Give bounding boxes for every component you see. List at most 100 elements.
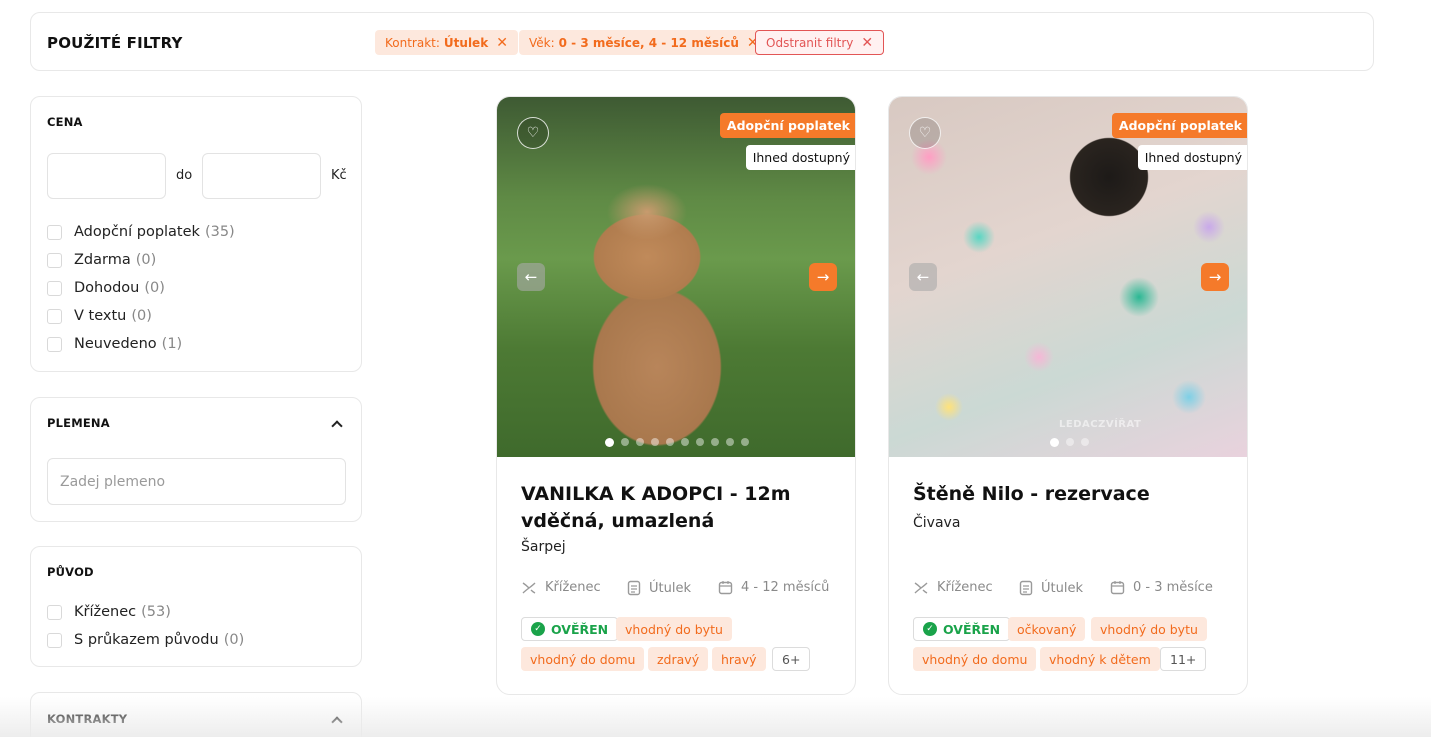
meta-age-text: 0 - 3 měsíce <box>1133 580 1213 595</box>
price-option-negotiable[interactable]: Dohodou (0) <box>47 280 165 296</box>
meta-origin: Kříženec <box>521 580 601 595</box>
clear-filters-button[interactable]: Odstranit filtry ✕ <box>755 30 885 55</box>
carousel-dot[interactable] <box>651 438 659 446</box>
meta-age: 0 - 3 měsíce <box>1110 580 1213 595</box>
tag: vhodný do domu <box>521 647 645 671</box>
listing-title[interactable]: VANILKA K ADOPCI - 12m vděčná, umazlená <box>521 481 836 535</box>
carousel-dot[interactable] <box>621 438 629 446</box>
carousel-dot[interactable] <box>1080 438 1089 446</box>
origin-panel-title: PŮVOD <box>47 565 94 579</box>
breed-search-input[interactable] <box>47 458 346 505</box>
arrow-right-icon[interactable]: → <box>809 263 837 291</box>
page: POUŽITÉ FILTRY Kontrakt: Útulek ✕ Věk: 0… <box>0 0 1431 737</box>
carousel-dot[interactable] <box>636 438 644 446</box>
price-option-free[interactable]: Zdarma (0) <box>47 252 156 268</box>
carousel-dot[interactable] <box>741 438 749 446</box>
carousel-dot[interactable] <box>681 438 689 446</box>
option-label: Kříženec <box>74 604 137 620</box>
price-filter-panel: CENA do Kč Adopční poplatek (35) Zdarma … <box>30 96 362 372</box>
carousel-dot[interactable] <box>1065 438 1074 446</box>
listing-breed: Šarpej <box>521 539 566 555</box>
origin-filter-panel: PŮVOD Kříženec (53) S průkazem původu (0… <box>30 546 362 667</box>
checkbox[interactable] <box>47 336 62 352</box>
price-from-input[interactable] <box>47 153 166 199</box>
listing-card[interactable]: ♡ Adopční poplatek Ihned dostupný ← → VA… <box>496 96 856 695</box>
option-label: Neuvedeno <box>74 336 157 352</box>
contracts-panel-title: KONTRAKTY <box>47 712 128 726</box>
filter-chip-label: Kontrakt: <box>385 35 440 50</box>
price-separator: do <box>176 168 193 183</box>
carousel-dot[interactable] <box>711 438 719 446</box>
calendar-icon <box>718 581 733 595</box>
close-icon: ✕ <box>861 34 874 51</box>
listing-title[interactable]: Štěně Nilo - rezervace <box>913 481 1228 508</box>
tag: hravý <box>712 647 766 671</box>
option-label: S průkazem původu <box>74 632 219 648</box>
heart-icon[interactable]: ♡ <box>909 117 941 149</box>
option-count: (0) <box>131 308 152 324</box>
check-circle-icon: ✓ <box>531 622 545 636</box>
heart-icon[interactable]: ♡ <box>517 117 549 149</box>
listing-photo[interactable]: ♡ Adopční poplatek Ihned dostupný ← → LE… <box>889 97 1247 457</box>
meta-age-text: 4 - 12 měsíců <box>741 580 830 595</box>
arrow-left-icon[interactable]: ← <box>517 263 545 291</box>
option-label: V textu <box>74 308 127 324</box>
dna-icon <box>522 581 536 594</box>
tag: vhodný do domu <box>913 647 1037 671</box>
filter-chip-age[interactable]: Věk: 0 - 3 měsíce, 4 - 12 měsíců ✕ <box>519 30 769 55</box>
contracts-filter-panel: KONTRAKTY <box>30 692 362 737</box>
availability-badge: Ihned dostupný <box>745 145 855 170</box>
clear-filters-label: Odstranit filtry <box>766 35 854 50</box>
price-option-unspecified[interactable]: Neuvedeno (1) <box>47 336 182 352</box>
checkbox[interactable] <box>47 252 62 268</box>
calendar-icon <box>1110 581 1125 595</box>
filter-chip-contract[interactable]: Kontrakt: Útulek ✕ <box>375 30 518 55</box>
arrow-left-icon[interactable]: ← <box>909 263 937 291</box>
meta-age: 4 - 12 měsíců <box>718 580 829 595</box>
chevron-up-icon[interactable] <box>331 420 343 432</box>
verified-text: OVĚŘEN <box>551 621 609 637</box>
option-label: Adopční poplatek <box>74 224 200 240</box>
option-count: (53) <box>141 604 171 620</box>
checkbox[interactable] <box>47 308 62 324</box>
filter-chip-value: Útulek <box>443 35 489 50</box>
carousel-dots <box>889 438 1247 447</box>
carousel-dot[interactable] <box>1049 438 1059 447</box>
price-to-input[interactable] <box>202 153 321 199</box>
verified-badge: ✓ OVĚŘEN <box>521 617 619 641</box>
option-label: Dohodou <box>74 280 140 296</box>
listing-card[interactable]: ♡ Adopční poplatek Ihned dostupný ← → LE… <box>888 96 1248 695</box>
checkbox[interactable] <box>47 604 62 620</box>
availability-badge: Ihned dostupný <box>1137 145 1247 170</box>
option-count: (0) <box>144 280 165 296</box>
arrow-right-icon[interactable]: → <box>1201 263 1229 291</box>
option-count: (0) <box>135 252 157 268</box>
carousel-dot[interactable] <box>696 438 704 446</box>
more-tags-badge[interactable]: 11+ <box>1160 647 1207 671</box>
checkbox[interactable] <box>47 280 62 296</box>
chevron-up-icon[interactable] <box>331 716 343 728</box>
carousel-dot[interactable] <box>726 438 734 446</box>
meta-contract-text: Útulek <box>649 580 691 596</box>
option-count: (1) <box>161 336 183 352</box>
more-tags-badge[interactable]: 6+ <box>772 647 811 671</box>
checkbox[interactable] <box>47 224 62 240</box>
adoption-fee-badge: Adopční poplatek <box>1111 113 1247 138</box>
check-circle-icon: ✓ <box>923 622 937 636</box>
meta-contract: Útulek <box>627 580 691 596</box>
price-panel-title: CENA <box>47 115 83 129</box>
tag: vhodný do bytu <box>1091 617 1207 641</box>
listing-photo[interactable]: ♡ Adopční poplatek Ihned dostupný ← → <box>497 97 855 457</box>
meta-origin-text: Kříženec <box>937 580 993 595</box>
option-count: (35) <box>204 224 235 240</box>
carousel-dots <box>497 438 855 447</box>
carousel-dot[interactable] <box>605 438 614 447</box>
origin-option-pedigree[interactable]: S průkazem původu (0) <box>47 632 244 648</box>
checkbox[interactable] <box>47 632 62 648</box>
price-option-adoption-fee[interactable]: Adopční poplatek (35) <box>47 224 235 240</box>
close-icon[interactable]: ✕ <box>496 35 508 51</box>
adoption-fee-badge: Adopční poplatek <box>719 113 855 138</box>
carousel-dot[interactable] <box>666 438 674 446</box>
origin-option-mixed[interactable]: Kříženec (53) <box>47 604 171 620</box>
price-option-in-text[interactable]: V textu (0) <box>47 308 152 324</box>
